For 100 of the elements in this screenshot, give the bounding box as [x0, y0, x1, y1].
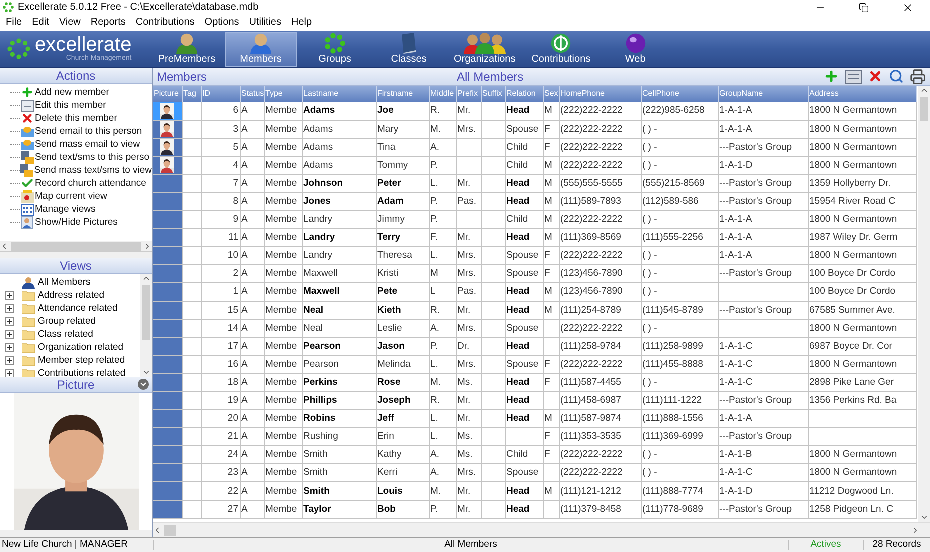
action-link[interactable]: Send mass text/sms to view: [34, 166, 152, 176]
tree-item[interactable]: All Members: [38, 278, 91, 288]
expand-icon[interactable]: [5, 304, 14, 313]
action-link[interactable]: Send email to this person: [35, 126, 142, 136]
scroll-thumb[interactable]: [11, 242, 141, 250]
picture-cell[interactable]: [153, 192, 182, 211]
menu-item[interactable]: Help: [286, 18, 318, 28]
add-icon[interactable]: [824, 69, 839, 84]
scroll-down-icon[interactable]: [920, 513, 928, 522]
picture-cell[interactable]: [153, 337, 182, 356]
picture-cell[interactable]: [153, 446, 182, 464]
picture-cell[interactable]: [153, 156, 182, 174]
person-icon: [22, 276, 35, 288]
table-cell-text: Adams: [302, 122, 334, 137]
action-link[interactable]: Add new member: [35, 88, 110, 98]
tree-item[interactable]: Class related: [38, 330, 94, 340]
picture-cell[interactable]: [153, 319, 182, 338]
picture-cell[interactable]: [153, 373, 182, 392]
table-cell-text: A: [240, 304, 249, 318]
picture-cell[interactable]: [153, 301, 182, 320]
horizontal-scrollbar[interactable]: [153, 522, 930, 537]
scroll-thumb[interactable]: [142, 285, 150, 340]
table-cell-text: Membe: [264, 466, 298, 480]
horizontal-scrollbar[interactable]: [0, 241, 152, 252]
printer-icon[interactable]: [910, 68, 926, 84]
action-link[interactable]: Show/Hide Pictures: [35, 218, 118, 228]
delete-icon[interactable]: [868, 69, 883, 84]
nav-tab[interactable]: PreMembers: [151, 32, 223, 67]
table-cell-text: Bob: [376, 502, 397, 517]
picture-cell[interactable]: [153, 138, 182, 156]
menu-item[interactable]: Reports: [86, 18, 131, 28]
picture-cell[interactable]: [153, 428, 182, 446]
search-icon[interactable]: [889, 69, 904, 84]
menu-item[interactable]: Utilities: [244, 18, 286, 28]
scroll-right-icon[interactable]: [143, 242, 152, 250]
scroll-down-icon[interactable]: [142, 368, 150, 377]
picture-cell[interactable]: [153, 392, 182, 410]
nav-tab[interactable]: Contributions: [524, 32, 598, 67]
scroll-thumb[interactable]: [920, 97, 928, 121]
expand-icon[interactable]: [5, 317, 14, 326]
vertical-scrollbar[interactable]: [918, 86, 930, 522]
picture-cell[interactable]: [153, 120, 182, 138]
scroll-thumb[interactable]: [164, 524, 176, 536]
action-link[interactable]: Edit this member: [35, 100, 106, 110]
expand-icon[interactable]: [5, 330, 14, 339]
picture-cell[interactable]: [153, 210, 182, 229]
action-link[interactable]: Record church attendance: [35, 178, 146, 188]
expand-icon[interactable]: [5, 343, 14, 352]
menu-item[interactable]: File: [1, 18, 28, 28]
nav-tab[interactable]: Groups: [299, 32, 371, 67]
table-cell-text: Membe: [264, 394, 298, 408]
action-link[interactable]: Map current view: [35, 192, 108, 202]
vertical-scrollbar[interactable]: [140, 274, 152, 377]
form-icon[interactable]: [845, 70, 862, 84]
scroll-left-icon[interactable]: [0, 242, 9, 250]
nav-tab[interactable]: Web: [600, 32, 672, 67]
tree-item[interactable]: Address related: [38, 290, 105, 300]
picture-cell[interactable]: [153, 355, 182, 374]
table-cell-text: Theresa: [376, 249, 414, 264]
scroll-up-icon[interactable]: [920, 86, 928, 95]
picture-cell[interactable]: [153, 174, 182, 192]
picture-cell[interactable]: [153, 102, 182, 120]
picture-cell[interactable]: [153, 228, 182, 247]
action-link[interactable]: Send text/sms to this perso: [35, 152, 150, 162]
menu-item[interactable]: Contributions: [130, 18, 200, 28]
picture-cell[interactable]: [153, 464, 182, 482]
tree-item[interactable]: Organization related: [38, 342, 124, 352]
table-cell-text: ( ) -: [642, 249, 658, 264]
picture-cell[interactable]: [153, 482, 182, 500]
picture-cell[interactable]: [153, 282, 182, 302]
action-link[interactable]: Manage views: [35, 204, 96, 214]
scroll-up-icon[interactable]: [142, 274, 150, 283]
nav-tab[interactable]: Organizations: [447, 32, 523, 67]
nav-tab[interactable]: Members: [225, 32, 297, 67]
expand-icon[interactable]: [5, 291, 14, 300]
collapse-icon[interactable]: [138, 379, 149, 390]
folder-icon: [22, 342, 35, 352]
expand-icon[interactable]: [5, 369, 14, 377]
scroll-left-icon[interactable]: [153, 526, 162, 534]
picture-cell[interactable]: [153, 410, 182, 428]
table-cell-text: (555)215-8569: [642, 176, 706, 191]
menu-item[interactable]: Edit: [27, 18, 54, 28]
scroll-right-icon[interactable]: [911, 526, 920, 534]
table-cell-text: A: [240, 231, 249, 246]
picture-cell[interactable]: [153, 500, 182, 518]
action-link[interactable]: Delete this member: [35, 114, 118, 124]
section-title: Views: [60, 260, 92, 272]
tree-item[interactable]: Member step related: [38, 356, 126, 366]
picture-cell[interactable]: [153, 246, 182, 265]
menu-item[interactable]: Options: [200, 18, 244, 28]
tree-item[interactable]: Attendance related: [38, 304, 118, 314]
table-cell-text: Tina: [376, 140, 397, 155]
table-cell-text: Mrs.: [456, 267, 477, 282]
action-link[interactable]: Send mass email to view: [35, 140, 140, 150]
expand-icon[interactable]: [5, 356, 14, 365]
picture-cell[interactable]: [153, 264, 182, 283]
menu-item[interactable]: View: [54, 18, 86, 28]
nav-tab[interactable]: Classes: [373, 32, 445, 67]
tree-item[interactable]: Group related: [38, 316, 96, 326]
tree-item[interactable]: Contributions related: [38, 368, 126, 377]
